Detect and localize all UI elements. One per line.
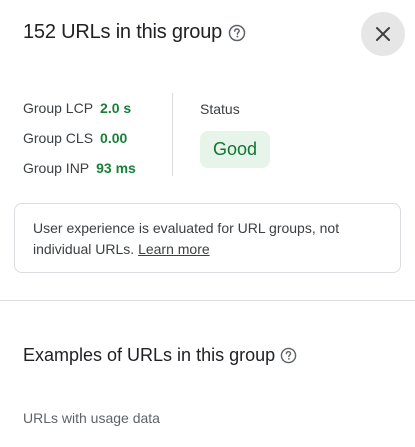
metric-value: 93 ms — [96, 160, 136, 176]
metric-row-lcp: Group LCP 2.0 s — [23, 93, 136, 123]
close-icon — [376, 27, 390, 41]
metric-value: 0.00 — [100, 130, 128, 146]
examples-title: Examples of URLs in this group — [23, 345, 276, 365]
panel-header: 152 URLs in this group — [23, 21, 246, 44]
learn-more-link[interactable]: Learn more — [138, 241, 210, 257]
panel-title: 152 URLs in this group — [23, 21, 223, 43]
usage-data-subheading: URLs with usage data — [23, 410, 160, 426]
help-circle-icon[interactable] — [228, 24, 246, 42]
metric-value: 2.0 s — [100, 100, 132, 116]
help-circle-icon[interactable] — [280, 347, 297, 364]
vertical-divider — [172, 93, 173, 176]
metric-row-inp: Group INP 93 ms — [23, 153, 136, 183]
metric-row-cls: Group CLS 0.00 — [23, 123, 136, 153]
metric-label: Group LCP — [23, 100, 94, 116]
status-badge: Good — [200, 131, 271, 168]
metric-label: Group INP — [23, 160, 90, 176]
status-label: Status — [200, 101, 240, 117]
url-group-details-panel: 152 URLs in this group Group LCP 2.0 s G… — [0, 0, 415, 447]
examples-header: Examples of URLs in this group — [23, 345, 297, 366]
metric-label: Group CLS — [23, 130, 94, 146]
info-notice: User experience is evaluated for URL gro… — [14, 203, 401, 273]
status-section: Status Good — [200, 101, 271, 168]
section-divider — [0, 300, 415, 301]
metrics-list: Group LCP 2.0 s Group CLS 0.00 Group INP… — [23, 93, 136, 183]
close-button[interactable] — [361, 12, 405, 56]
